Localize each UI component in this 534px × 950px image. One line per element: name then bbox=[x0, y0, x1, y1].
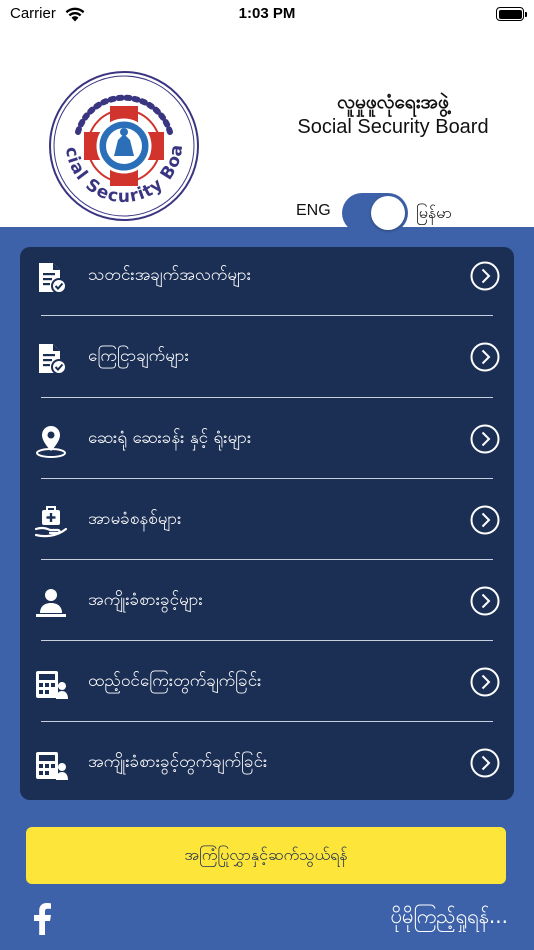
app-header: Social Security Board လူမှုဖူလုံရေးအဖွဲ့… bbox=[0, 30, 534, 233]
chevron-right-circle-icon bbox=[470, 342, 500, 372]
menu-divider bbox=[41, 315, 493, 316]
chevron-right-circle-icon bbox=[470, 667, 500, 697]
chevron-right-circle-icon bbox=[470, 748, 500, 778]
facebook-icon[interactable] bbox=[30, 903, 54, 935]
menu-divider bbox=[41, 478, 493, 479]
medical-kit-hand-icon bbox=[34, 506, 68, 538]
announcement-document-icon bbox=[39, 344, 67, 375]
menu-label: အကျိုးခံစားခွင့်များ bbox=[88, 590, 203, 610]
calculator-person-icon bbox=[36, 752, 68, 780]
menu-item-benefit-calculation[interactable]: အကျိုးခံစားခွင့်တွက်ချက်ခြင်း bbox=[20, 734, 514, 815]
chevron-right-circle-icon bbox=[470, 261, 500, 291]
document-check-icon bbox=[39, 263, 67, 294]
ssb-logo: Social Security Board bbox=[48, 70, 199, 221]
feedback-contact-button[interactable]: အကြံပြုလွှာနှင့်ဆက်သွယ်ရန် bbox=[26, 827, 506, 884]
menu-label: ဆေးရုံ ဆေးခန်း နှင့် ရုံးများ bbox=[88, 428, 252, 448]
calculator-icon bbox=[36, 671, 68, 699]
language-toggle[interactable] bbox=[342, 193, 408, 233]
menu-card: သတင်းအချက်အလက်များ ကြေငြာချက်များ ဆေးရုံ… bbox=[20, 247, 514, 800]
menu-label: ထည့်ဝင်ကြေးတွက်ချက်ခြင်း bbox=[88, 671, 262, 691]
lang-label-eng: ENG bbox=[296, 202, 331, 219]
menu-divider bbox=[41, 559, 493, 560]
lang-label-myanmar: မြန်မာ bbox=[416, 203, 452, 222]
menu-divider bbox=[41, 640, 493, 641]
see-more-link[interactable]: ပိုမိုကြည့်ရှုရန်... bbox=[391, 903, 509, 933]
chevron-right-circle-icon bbox=[470, 505, 500, 535]
menu-label: အာမခံစနစ်များ bbox=[88, 509, 182, 529]
person-benefit-icon bbox=[36, 589, 66, 617]
menu-label: သတင်းအချက်အလက်များ bbox=[88, 265, 252, 285]
menu-divider bbox=[41, 397, 493, 398]
menu-divider bbox=[41, 721, 493, 722]
menu-label: ကြေငြာချက်များ bbox=[88, 346, 189, 366]
status-bar: Carrier 1:03 PM bbox=[0, 0, 534, 30]
menu-label: အကျိုးခံစားခွင့်တွက်ချက်ခြင်း bbox=[88, 752, 268, 772]
title-myanmar: လူမှုဖူလုံရေးအဖွဲ့ bbox=[337, 91, 449, 113]
location-pin-icon bbox=[36, 426, 66, 458]
status-time: 1:03 PM bbox=[238, 5, 296, 22]
toggle-knob bbox=[371, 196, 405, 230]
chevron-right-circle-icon bbox=[470, 586, 500, 616]
title-english: Social Security Board bbox=[297, 116, 489, 138]
chevron-right-circle-icon bbox=[470, 424, 500, 454]
battery-icon bbox=[496, 7, 527, 21]
